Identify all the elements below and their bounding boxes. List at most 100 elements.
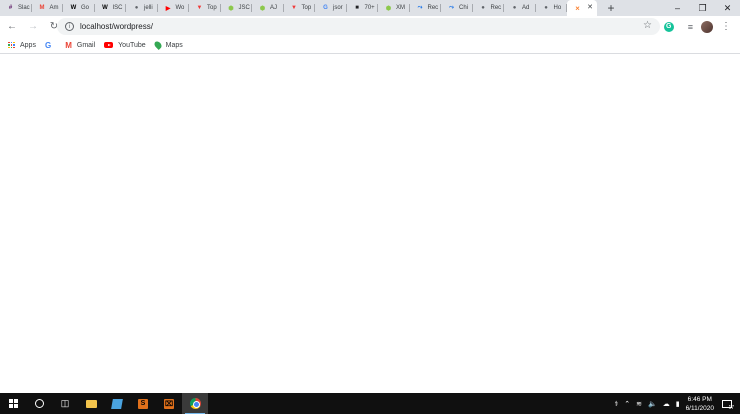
gmail-icon: M <box>65 40 72 50</box>
tab-label: 70+ <box>364 5 375 11</box>
tab-12[interactable]: ⬢ XM <box>378 0 410 16</box>
nodejs-icon: ⬢ <box>385 5 392 12</box>
chevron-up-icon[interactable]: ⌃ <box>624 400 630 408</box>
restore-button[interactable]: ❐ <box>690 0 715 16</box>
tab-label: jelli <box>144 5 153 11</box>
back-button[interactable]: ← <box>3 18 21 36</box>
google-icon: G <box>323 5 328 11</box>
nodejs-icon: ⬢ <box>259 5 266 12</box>
chrome-icon <box>189 398 201 409</box>
taskbar-chrome[interactable] <box>182 393 208 414</box>
tab-11[interactable]: ■ 70+ <box>347 0 379 16</box>
cortana-button[interactable] <box>26 393 52 414</box>
bookmark-apps[interactable]: Apps <box>8 41 36 49</box>
address-bar[interactable]: i localhost/wordpress/ ☆ <box>57 18 660 35</box>
tab-label: Am <box>49 5 59 11</box>
tab-label: Wo <box>175 5 185 11</box>
bookmark-youtube[interactable]: YouTube <box>104 42 146 49</box>
tab-label: Go <box>81 5 90 11</box>
bookmark-label: Gmail <box>76 41 96 49</box>
notification-center-icon[interactable]: 17 <box>722 399 734 411</box>
task-view-icon: ◫ <box>60 398 70 408</box>
task-view-button[interactable]: ◫ <box>52 393 78 414</box>
tab-6[interactable]: ▼ Top <box>189 0 221 16</box>
tab-7[interactable]: ⬢ JSC <box>221 0 253 16</box>
arrow-site-icon: ⤳ <box>417 4 423 11</box>
tab-4[interactable]: ● jelli <box>126 0 158 16</box>
tab-13[interactable]: ⤳ Rec <box>410 0 442 16</box>
globe-icon: ● <box>512 5 517 11</box>
globe-icon: ● <box>544 5 548 11</box>
tab-label: AJ <box>270 5 278 11</box>
taskbar-file-explorer[interactable] <box>78 393 104 414</box>
tab-16[interactable]: ● Ad <box>504 0 536 16</box>
browser-toolbar: ← → ↻ i localhost/wordpress/ ☆ G ≡ ⋮ <box>0 16 740 37</box>
globe-icon: ● <box>481 5 485 11</box>
toolbar-right: G ≡ ⋮ <box>663 16 740 37</box>
volume-icon[interactable]: 🔈 <box>648 400 657 408</box>
notification-count: 17 <box>728 404 734 411</box>
tab-0[interactable]: # Slac <box>0 0 32 16</box>
tab-10[interactable]: Gjsor <box>315 0 347 16</box>
menu-icon[interactable]: ⋮ <box>721 21 731 32</box>
folder-icon <box>85 399 97 408</box>
youtube-icon: ▶ <box>165 5 171 12</box>
new-tab-button[interactable]: + <box>602 0 620 16</box>
taskbar-sublime[interactable]: S <box>130 393 156 414</box>
tab-label: Chi <box>459 5 469 11</box>
close-window-button[interactable]: ✕ <box>715 0 740 16</box>
info-icon[interactable]: i <box>65 22 74 31</box>
tab-15[interactable]: ● Rec <box>473 0 505 16</box>
sublime-icon: S <box>138 398 148 409</box>
tab-8[interactable]: ⬢ AJ <box>252 0 284 16</box>
tab-1[interactable]: M Am <box>32 0 64 16</box>
bookmark-label: Apps <box>20 41 36 49</box>
tab-9[interactable]: ▼ Top <box>284 0 316 16</box>
bookmarks-bar: Apps G M Gmail YouTube Maps <box>0 37 740 54</box>
bookmark-gmail[interactable]: M Gmail <box>65 41 95 50</box>
bookmark-label: Maps <box>165 41 183 49</box>
tab-strip: # Slac M Am W Go W ISC ● jelli ▶ Wo ▼ Top ⬢ JSC ⬢ AJ ▼ Top G… <box>0 0 740 16</box>
tab-label: Top <box>301 5 312 11</box>
people-icon[interactable]: ⚕ <box>614 400 618 408</box>
network-icon[interactable]: ≋ <box>636 400 642 408</box>
tab-label: jsor <box>333 5 343 11</box>
onedrive-icon[interactable]: ☁ <box>663 400 670 408</box>
globe-icon: ● <box>134 5 139 11</box>
taskbar-xampp[interactable]: ⌧ <box>156 393 182 414</box>
start-button[interactable] <box>0 393 26 414</box>
tab-label: Slac <box>18 5 30 11</box>
dark-site-icon: ■ <box>355 5 359 11</box>
page-content <box>0 55 740 393</box>
forward-button[interactable]: → <box>24 18 42 36</box>
bookmark-star-icon[interactable]: ☆ <box>643 20 652 31</box>
windows-icon <box>8 399 18 408</box>
vivaldi-icon: ▼ <box>291 5 297 11</box>
window-controls: – ❐ ✕ <box>665 0 740 16</box>
apps-grid-icon <box>8 41 15 49</box>
grammarly-extension-icon[interactable]: G <box>663 21 674 32</box>
media-queue-icon[interactable]: ≡ <box>688 22 693 32</box>
tab-label: JSC <box>238 5 250 11</box>
tab-label: Ho <box>553 5 562 11</box>
clock-date: 6/11/2020 <box>685 404 714 412</box>
tab-5[interactable]: ▶ Wo <box>158 0 190 16</box>
tab-14[interactable]: ⤳ Chi <box>441 0 473 16</box>
bookmark-maps[interactable]: Maps <box>152 40 183 50</box>
tab-17[interactable]: ● Ho <box>536 0 568 16</box>
url-text[interactable]: localhost/wordpress/ <box>80 22 153 31</box>
taskbar-app-blue[interactable] <box>104 393 130 414</box>
tab-3[interactable]: W ISC <box>95 0 127 16</box>
google-icon: G <box>44 40 52 50</box>
close-tab-icon[interactable]: ✕ <box>587 3 593 11</box>
clock[interactable]: 6:46 PM 6/11/2020 <box>686 395 714 413</box>
wikipedia-icon: W <box>102 5 108 11</box>
tab-2[interactable]: W Go <box>63 0 95 16</box>
minimize-button[interactable]: – <box>665 0 690 16</box>
bookmark-google[interactable]: G <box>45 41 56 50</box>
battery-icon[interactable]: ▮ <box>676 400 680 408</box>
profile-avatar[interactable] <box>701 20 713 33</box>
xampp-icon: ⌧ <box>164 398 174 409</box>
tab-18[interactable]: ⨯ ✕ <box>567 0 597 16</box>
maps-icon <box>152 40 163 50</box>
